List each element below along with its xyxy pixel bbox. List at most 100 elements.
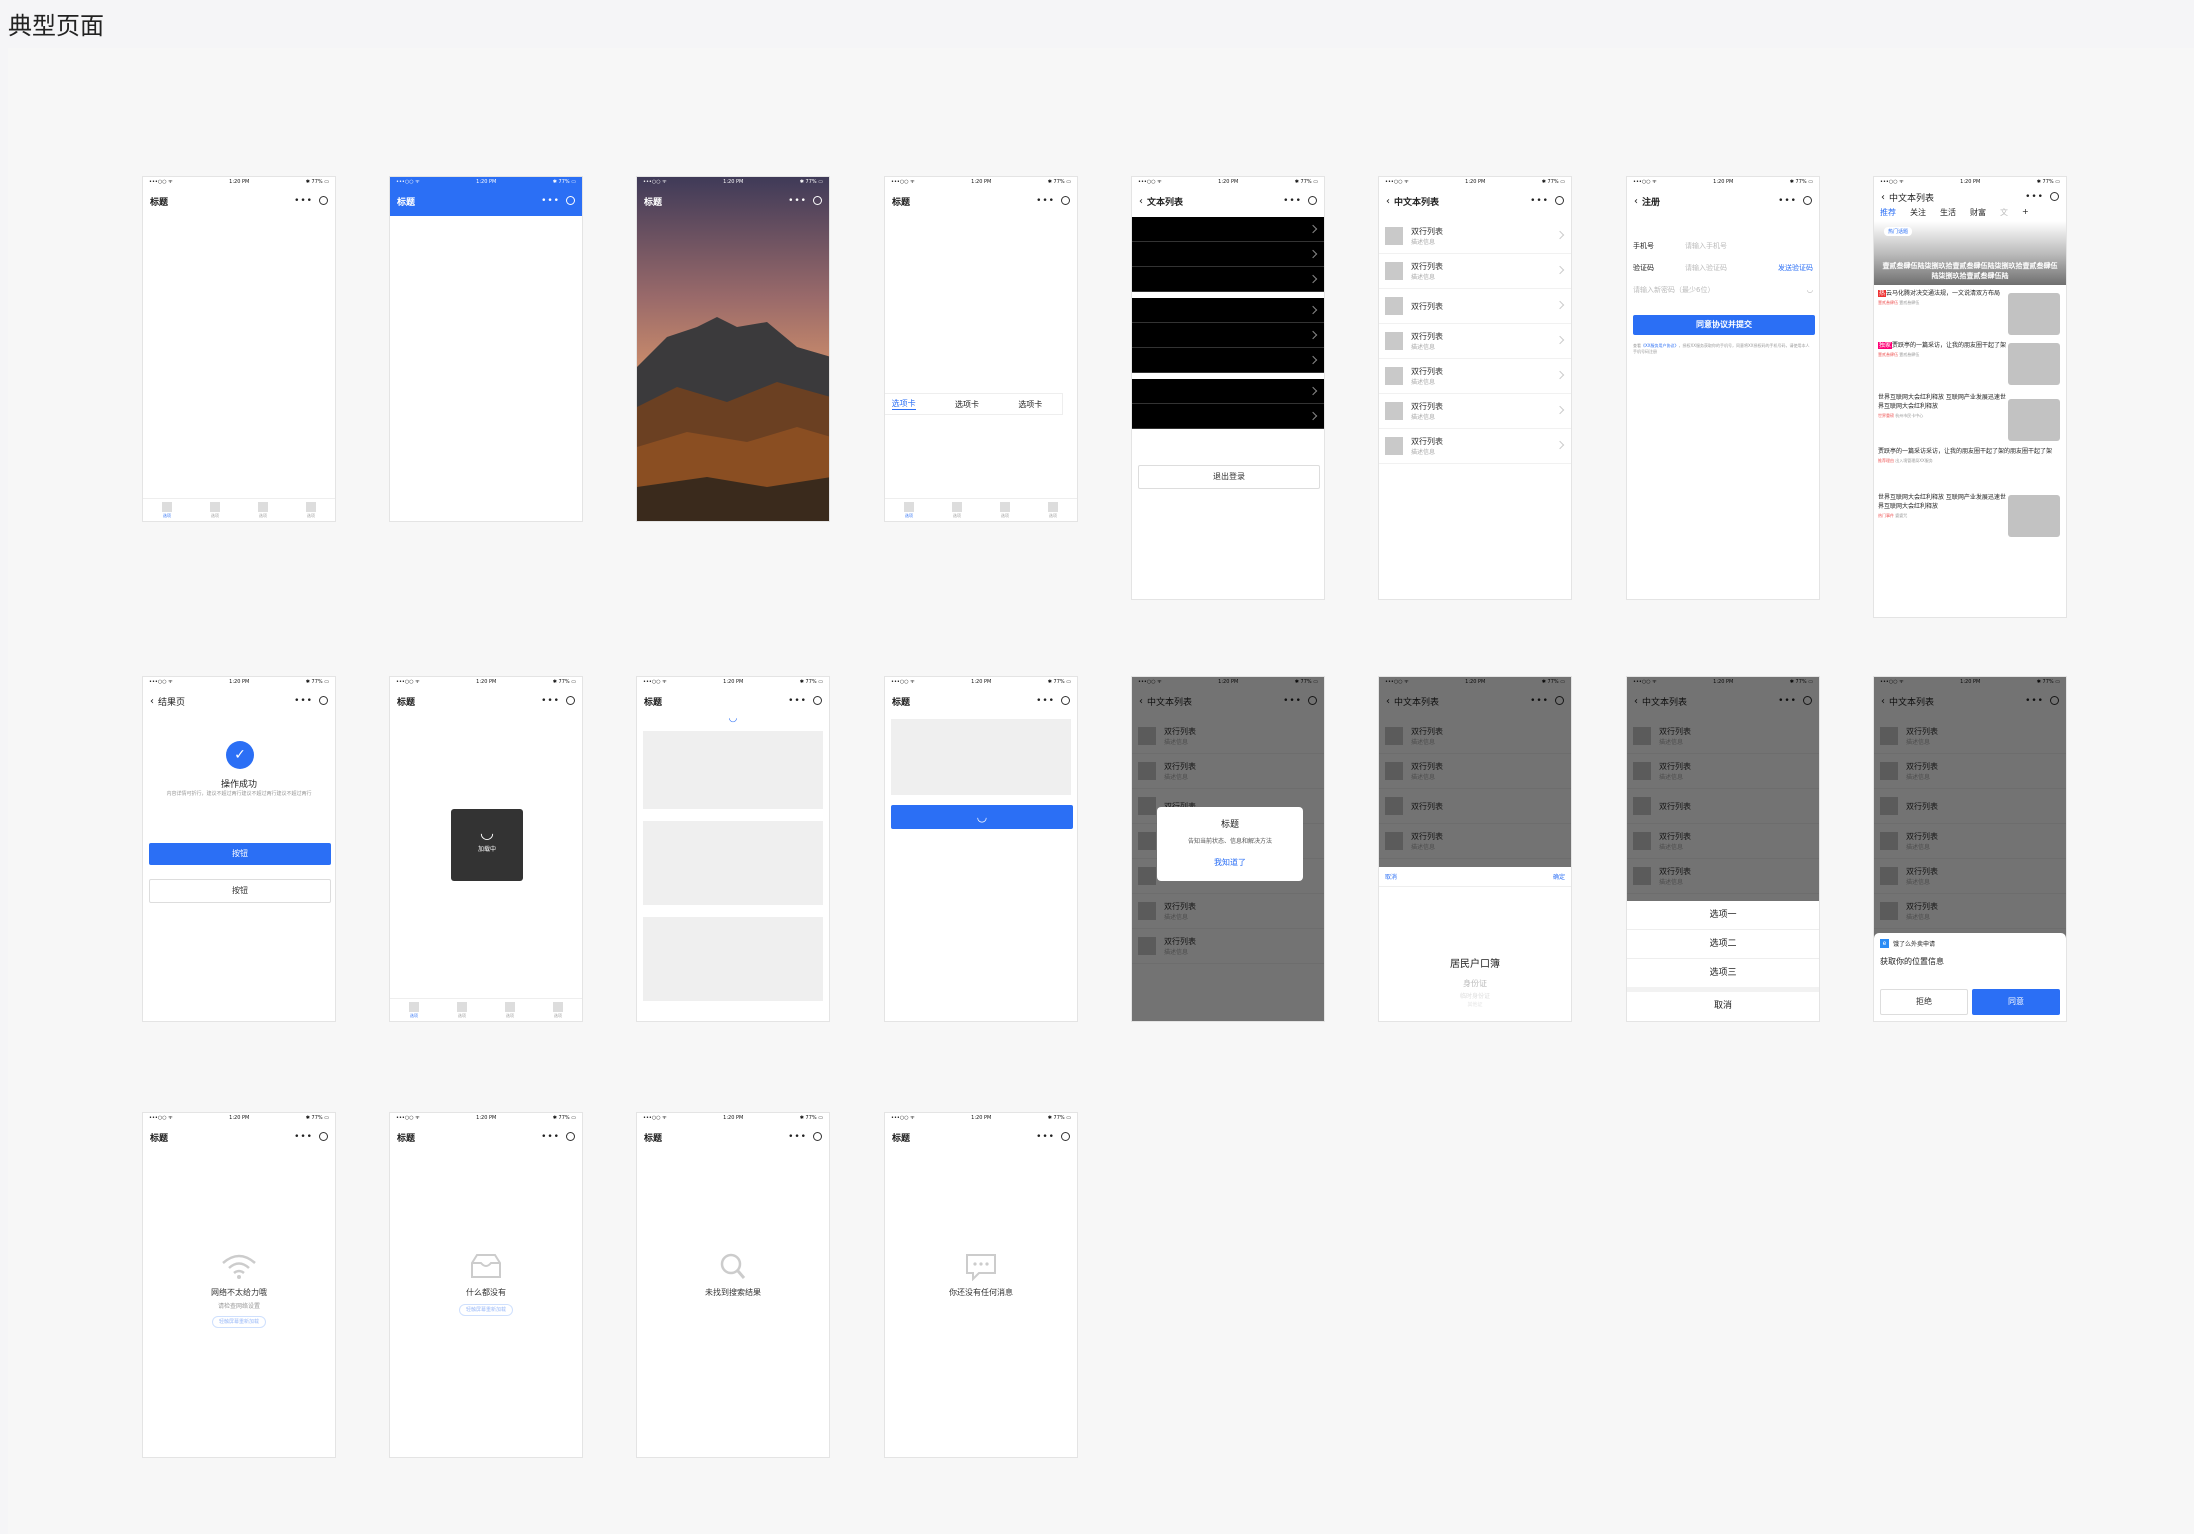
banner-tag: 热门话题	[1884, 227, 1913, 236]
back-icon[interactable]: ‹	[1386, 196, 1390, 207]
close-circle-icon[interactable]	[1061, 196, 1070, 205]
banner[interactable]: 热门话题 壹贰叁肆伍陆柒捌玖拾壹贰叁肆伍陆柒捌玖拾壹贰叁肆伍陆柒捌玖拾壹贰叁肆伍…	[1874, 221, 2066, 285]
picker-cancel-button[interactable]: 取消	[1385, 872, 1397, 881]
back-icon[interactable]: ‹	[1139, 196, 1143, 207]
dialog-ok-button[interactable]: 我知道了	[1157, 857, 1303, 868]
list-item[interactable]: 双行列表 描述信息	[1379, 394, 1571, 429]
logout-button[interactable]: 退出登录	[1138, 465, 1320, 489]
list-item[interactable]	[1132, 323, 1324, 348]
tab-item[interactable]: 选项	[952, 501, 962, 519]
tab-item[interactable]: 选项	[457, 1001, 467, 1019]
skeleton-block	[643, 821, 823, 905]
list-item[interactable]: 双行列表 描述信息	[1379, 324, 1571, 359]
capsule-button[interactable]: •••	[788, 196, 822, 206]
tab-item[interactable]: 选项	[1048, 501, 1058, 519]
capsule-button[interactable]: •••	[1778, 196, 1812, 206]
loading-button[interactable]: ◡	[891, 805, 1073, 829]
empty-subtitle: 请检查网络设置	[217, 1303, 260, 1310]
password-input[interactable]: 请输入新密码（最少6位）	[1633, 285, 1807, 295]
back-icon[interactable]: ‹	[1881, 192, 1885, 203]
tab-wealth[interactable]: 财富	[1970, 207, 1986, 218]
reload-button[interactable]: 轻触屏幕重新加载	[459, 1304, 513, 1316]
list-item[interactable]: 双行列表 描述信息	[1379, 429, 1571, 464]
reload-button[interactable]: 轻触屏幕重新加载	[212, 1316, 266, 1328]
eye-icon[interactable]: ◡	[1807, 286, 1813, 294]
send-code-button[interactable]: 发送验证码	[1778, 263, 1813, 273]
nav-title: 标题	[892, 1133, 911, 1144]
capsule-button[interactable]: •••	[1530, 196, 1564, 206]
back-icon[interactable]: ‹	[1634, 196, 1638, 207]
code-input[interactable]: 请输入验证码	[1685, 263, 1778, 273]
list-item[interactable]: 双行列表 描述信息	[1379, 254, 1571, 289]
status-battery: ✱ 77% ▭	[305, 178, 329, 185]
news-item[interactable]: 世界互联网大会红利释放 互联网产业发展迅速世界互联网大会红利释放 世界重磅 杭州…	[1878, 393, 2062, 447]
tab-item[interactable]: 选项	[162, 501, 172, 519]
picker-option[interactable]: 身份证	[1379, 978, 1571, 989]
capsule-button[interactable]: •••	[294, 196, 328, 206]
skeleton-block	[643, 731, 823, 809]
agreement-link[interactable]: 《XX服务用户协议》	[1641, 343, 1678, 348]
tab-option[interactable]: 选项卡	[1018, 399, 1042, 410]
list-item[interactable]: 双行列表 描述信息	[1379, 359, 1571, 394]
capsule-button[interactable]: •••	[541, 196, 575, 206]
tab-item[interactable]: 选项	[306, 501, 316, 519]
capsule-button[interactable]: •••	[788, 696, 822, 706]
tab-option[interactable]: 选项卡	[955, 399, 979, 410]
dialog-title: 标题	[1220, 820, 1239, 830]
picker-option[interactable]: 其他证	[1379, 1001, 1571, 1008]
tab-item[interactable]: 选项	[210, 501, 220, 519]
news-thumbnail	[2008, 343, 2060, 385]
tab-item[interactable]: 选项	[553, 1001, 563, 1019]
agreement-note: 查看《XX服务用户协议》，授权XX服务获取你的手机号，同意将XX授权码的手机号码…	[1633, 343, 1810, 354]
submit-button[interactable]: 同意协议并提交	[1633, 315, 1815, 335]
tab-item[interactable]: 选项	[409, 1001, 419, 1019]
secondary-button[interactable]: 按钮	[149, 879, 331, 903]
tab-more[interactable]: 文	[2000, 207, 2008, 218]
back-icon[interactable]: ‹	[150, 696, 154, 707]
list-item[interactable]	[1132, 348, 1324, 373]
list-item[interactable]	[1132, 217, 1324, 242]
capsule-button[interactable]: •••	[294, 696, 328, 706]
news-item[interactable]: 贾跃亭的一篇采访采访，让我的朋友圈干起了架的朋友圈干起了架 推荐理由 出入境管理…	[1878, 447, 2062, 493]
news-item[interactable]: 热云马化腾对决交通法规，一文说清双方布局 壹贰叁肆伍 壹贰叁肆伍	[1878, 289, 2062, 341]
tab-option[interactable]: 选项卡	[891, 398, 916, 410]
list-item[interactable]	[1132, 298, 1324, 323]
close-circle-icon[interactable]	[319, 196, 328, 205]
action-option[interactable]: 选项二	[1627, 930, 1819, 959]
primary-button[interactable]: 按钮	[149, 843, 331, 865]
tab-recommend[interactable]: 推荐	[1880, 207, 1896, 218]
tab-item[interactable]: 选项	[258, 501, 268, 519]
close-circle-icon[interactable]	[566, 196, 575, 205]
capsule-button[interactable]: •••	[1036, 196, 1070, 206]
tab-item[interactable]: 选项	[505, 1001, 515, 1019]
news-item[interactable]: 独家贾跃亭的一篇采访，让我的朋友圈干起了架 壹贰叁肆伍 壹贰叁肆伍	[1878, 341, 2062, 393]
phone-basic-tabbar: •••○○ ᯤ 1:20 PM ✱ 77% ▭ 标题 ••• 选项 选项 选项 选项	[142, 176, 336, 522]
tab-item[interactable]: 选项	[1000, 501, 1010, 519]
list-item[interactable]	[1132, 242, 1324, 267]
list-item[interactable]	[1132, 267, 1324, 292]
overlay-mask[interactable]	[1379, 677, 1571, 867]
close-circle-icon[interactable]	[813, 196, 822, 205]
list-item[interactable]: 双行列表 描述信息	[1379, 219, 1571, 254]
list-item[interactable]	[1132, 404, 1324, 429]
phone-input[interactable]: 请输入手机号	[1685, 241, 1727, 251]
capsule-button[interactable]: •••	[2025, 192, 2059, 202]
capsule-button[interactable]: •••	[1283, 196, 1317, 206]
news-item[interactable]: 世界互联网大会红利释放 互联网产业发展迅速世界互联网大会红利释放 热门事件 婆婆…	[1878, 493, 2062, 545]
add-tab-icon[interactable]: +	[2022, 207, 2029, 218]
tab-life[interactable]: 生活	[1940, 207, 1956, 218]
picker-confirm-button[interactable]: 确定	[1553, 872, 1565, 881]
action-option[interactable]: 选项一	[1627, 901, 1819, 930]
list-item[interactable]	[1132, 379, 1324, 404]
capsule-button[interactable]: •••	[1036, 696, 1070, 706]
list-item[interactable]: 双行列表	[1379, 289, 1571, 324]
agree-button[interactable]: 同意	[1972, 989, 2060, 1015]
capsule-button[interactable]: •••	[541, 696, 575, 706]
tab-item[interactable]: 选项	[904, 501, 914, 519]
picker-option[interactable]: 临时身份证	[1379, 991, 1571, 1000]
tab-follow[interactable]: 关注	[1910, 207, 1926, 218]
action-cancel-button[interactable]: 取消	[1627, 992, 1819, 1020]
action-option[interactable]: 选项三	[1627, 959, 1819, 992]
reject-button[interactable]: 拒绝	[1880, 989, 1968, 1015]
picker-option-selected[interactable]: 居民户口簿	[1379, 955, 1571, 970]
